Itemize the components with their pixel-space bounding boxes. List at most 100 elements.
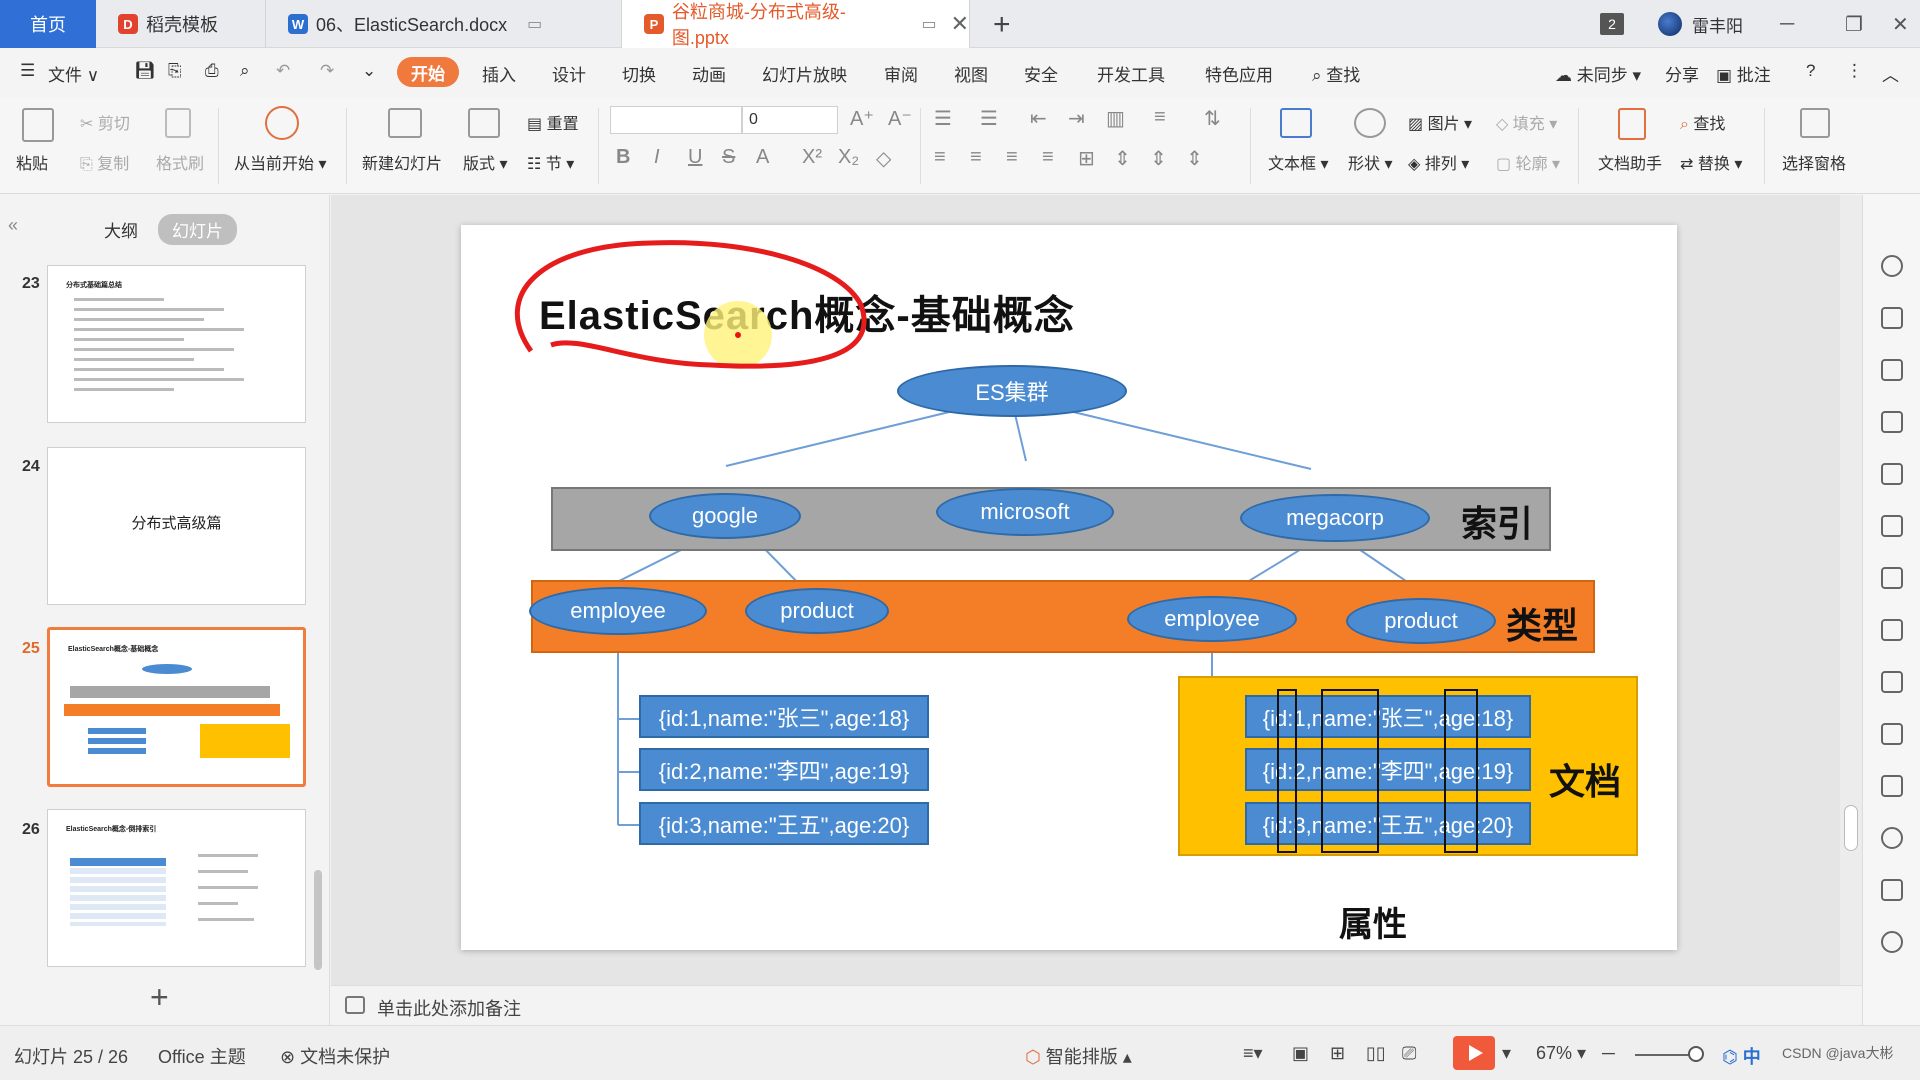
image-icon[interactable] bbox=[1881, 619, 1903, 641]
font-family-input[interactable] bbox=[610, 106, 742, 134]
theme-name[interactable]: Office 主题 bbox=[158, 1043, 246, 1069]
paste-button[interactable]: 粘贴 bbox=[16, 150, 48, 174]
reset-button[interactable]: ▤ 重置 bbox=[527, 110, 579, 134]
underline-icon[interactable]: U bbox=[688, 146, 702, 169]
strikethrough-icon[interactable]: S bbox=[722, 146, 735, 169]
zoom-slider[interactable] bbox=[1635, 1054, 1695, 1056]
outline-button[interactable]: ▢ 轮廓 ▾ bbox=[1496, 150, 1560, 174]
play-options-icon[interactable]: ▾ bbox=[1502, 1043, 1511, 1064]
sorter-view-icon[interactable]: ⊞ bbox=[1330, 1043, 1345, 1064]
shape-button[interactable]: 形状 ▾ bbox=[1348, 150, 1393, 174]
increase-indent-icon[interactable]: ⇥ bbox=[1068, 106, 1085, 131]
decrease-indent-icon[interactable]: ⇤ bbox=[1030, 106, 1047, 131]
slide-25[interactable]: ES集群 google microsoft megacorp 索引 employ… bbox=[461, 225, 1677, 950]
section-button[interactable]: ☷ 节 ▾ bbox=[527, 150, 574, 174]
restore-icon[interactable]: ❐ bbox=[1845, 0, 1863, 48]
minimize-icon[interactable]: ─ bbox=[1780, 0, 1794, 48]
menu-file[interactable]: 文件 ∨ bbox=[48, 61, 99, 86]
menu-transition[interactable]: 切换 bbox=[622, 61, 656, 86]
presenter-view-icon[interactable]: ⎚ bbox=[1402, 1043, 1416, 1064]
notes-bar[interactable]: 单击此处添加备注 bbox=[331, 985, 1862, 1025]
picture-button[interactable]: ▨ 图片 ▾ bbox=[1408, 110, 1472, 134]
superscript-icon[interactable]: X² bbox=[802, 146, 822, 169]
notes-toggle-icon[interactable]: ≡▾ bbox=[1243, 1043, 1263, 1064]
window-count[interactable]: 2 bbox=[1600, 0, 1624, 48]
select-pane-button[interactable]: 选择窗格 bbox=[1782, 150, 1846, 174]
sync-status[interactable]: ☁ 未同步 ▾ bbox=[1555, 61, 1641, 86]
menu-animation[interactable]: 动画 bbox=[692, 61, 726, 86]
settings-sliders-icon[interactable] bbox=[1881, 567, 1903, 589]
reading-view-icon[interactable]: ▯▯ bbox=[1366, 1043, 1386, 1064]
find-button[interactable]: ⌕ 查找 bbox=[1680, 110, 1725, 134]
chart-icon[interactable] bbox=[1881, 515, 1903, 537]
slide-thumbnail-24[interactable]: 分布式高级篇 bbox=[47, 447, 306, 605]
tab-pptx[interactable]: P 谷粒商城-分布式高级-图.pptx ▭ ✕ bbox=[622, 0, 970, 48]
justify-icon[interactable]: ≡ bbox=[1042, 146, 1054, 169]
clear-format-icon[interactable]: ◇ bbox=[876, 146, 891, 171]
slide-thumbnail-26[interactable]: ElasticSearch概念-倒排索引 bbox=[47, 809, 306, 967]
scroll-thumb[interactable] bbox=[1844, 805, 1858, 851]
tab-slides[interactable]: 幻灯片 bbox=[158, 214, 237, 245]
subscript-icon[interactable]: X₂ bbox=[838, 146, 859, 169]
share-icon[interactable] bbox=[1881, 671, 1903, 693]
bullets-icon[interactable]: ☰ bbox=[934, 106, 952, 131]
collapse-panel-icon[interactable]: « bbox=[8, 215, 18, 236]
line-spacing-icon[interactable]: ≡ bbox=[1154, 106, 1166, 129]
animation-icon[interactable] bbox=[1881, 411, 1903, 433]
copy-style-icon[interactable] bbox=[1881, 307, 1903, 329]
hamburger-icon[interactable]: ☰ bbox=[20, 61, 35, 81]
menu-search[interactable]: ⌕ 查找 bbox=[1312, 61, 1360, 86]
panel-scrollbar[interactable] bbox=[314, 870, 322, 970]
copy-button[interactable]: ⎘ 复制 bbox=[80, 150, 129, 174]
user-account[interactable]: 雷丰阳 bbox=[1658, 0, 1743, 48]
layout-button[interactable]: 版式 ▾ bbox=[463, 150, 508, 174]
undo-icon[interactable]: ↶ bbox=[276, 61, 290, 81]
picture-icon[interactable] bbox=[1881, 775, 1903, 797]
more-icon[interactable]: ⋮ bbox=[1846, 61, 1863, 81]
zoom-level[interactable]: 67% ▾ bbox=[1536, 1043, 1586, 1064]
preview-icon[interactable]: ⌕ bbox=[240, 61, 250, 81]
menu-design[interactable]: 设计 bbox=[552, 61, 586, 86]
align-right-icon[interactable]: ≡ bbox=[1006, 146, 1018, 169]
close-window-icon[interactable]: ✕ bbox=[1892, 0, 1909, 48]
archive-icon[interactable] bbox=[1881, 723, 1903, 745]
history-icon[interactable] bbox=[1881, 931, 1903, 953]
bold-icon[interactable]: B bbox=[616, 146, 630, 169]
normal-view-icon[interactable]: ▣ bbox=[1292, 1043, 1309, 1064]
redo-icon[interactable]: ↷ bbox=[320, 61, 334, 81]
menu-insert[interactable]: 插入 bbox=[482, 61, 516, 86]
menu-view[interactable]: 视图 bbox=[954, 61, 988, 86]
tab-outline[interactable]: 大纲 bbox=[104, 217, 138, 242]
collapse-ribbon-icon[interactable]: ︿ bbox=[1882, 61, 1899, 86]
columns-icon[interactable]: ▥ bbox=[1106, 106, 1125, 131]
numbering-icon[interactable]: ☰ bbox=[980, 106, 998, 131]
monitor-icon[interactable]: ▭ bbox=[921, 14, 936, 34]
arrange-button[interactable]: ◈ 排列 ▾ bbox=[1408, 150, 1469, 174]
tab-docx[interactable]: W 06、ElasticSearch.docx ▭ bbox=[266, 0, 622, 48]
from-current-button[interactable]: 从当前开始 ▾ bbox=[234, 150, 327, 174]
textbox-button[interactable]: 文本框 ▾ bbox=[1268, 150, 1329, 174]
menu-slideshow[interactable]: 幻灯片放映 bbox=[762, 61, 847, 86]
para-settings-icon[interactable]: ⇕ bbox=[1186, 146, 1203, 171]
align-left-icon[interactable]: ≡ bbox=[934, 146, 946, 169]
align-center-icon[interactable]: ≡ bbox=[970, 146, 982, 169]
zoom-out-icon[interactable]: ─ bbox=[1602, 1043, 1615, 1064]
replace-button[interactable]: ⇄ 替换 ▾ bbox=[1680, 150, 1742, 174]
help-icon[interactable]: ? bbox=[1806, 61, 1815, 81]
close-tab-icon[interactable]: ✕ bbox=[951, 11, 969, 37]
para-spacing-icon[interactable]: ⇕ bbox=[1150, 146, 1167, 171]
add-slide-icon[interactable]: + bbox=[150, 979, 169, 1016]
italic-icon[interactable]: I bbox=[654, 146, 660, 169]
print-icon[interactable]: ⎙ bbox=[205, 61, 219, 81]
ime-indicator[interactable]: ⌬ 中 bbox=[1722, 1043, 1761, 1069]
notes-placeholder[interactable]: 单击此处添加备注 bbox=[377, 995, 521, 1021]
new-tab-icon[interactable]: + bbox=[993, 8, 1011, 42]
new-slide-button[interactable]: 新建幻灯片 bbox=[362, 150, 442, 174]
font-size-input[interactable]: 0 bbox=[742, 106, 838, 134]
play-slideshow-button[interactable] bbox=[1453, 1036, 1495, 1070]
share-button[interactable]: 分享 bbox=[1665, 61, 1699, 86]
export-icon[interactable]: ⎘ bbox=[168, 61, 182, 81]
canvas-scrollbar[interactable] bbox=[1840, 195, 1862, 985]
increase-font-icon[interactable]: A⁺ bbox=[850, 106, 874, 131]
menu-review[interactable]: 审阅 bbox=[884, 61, 918, 86]
